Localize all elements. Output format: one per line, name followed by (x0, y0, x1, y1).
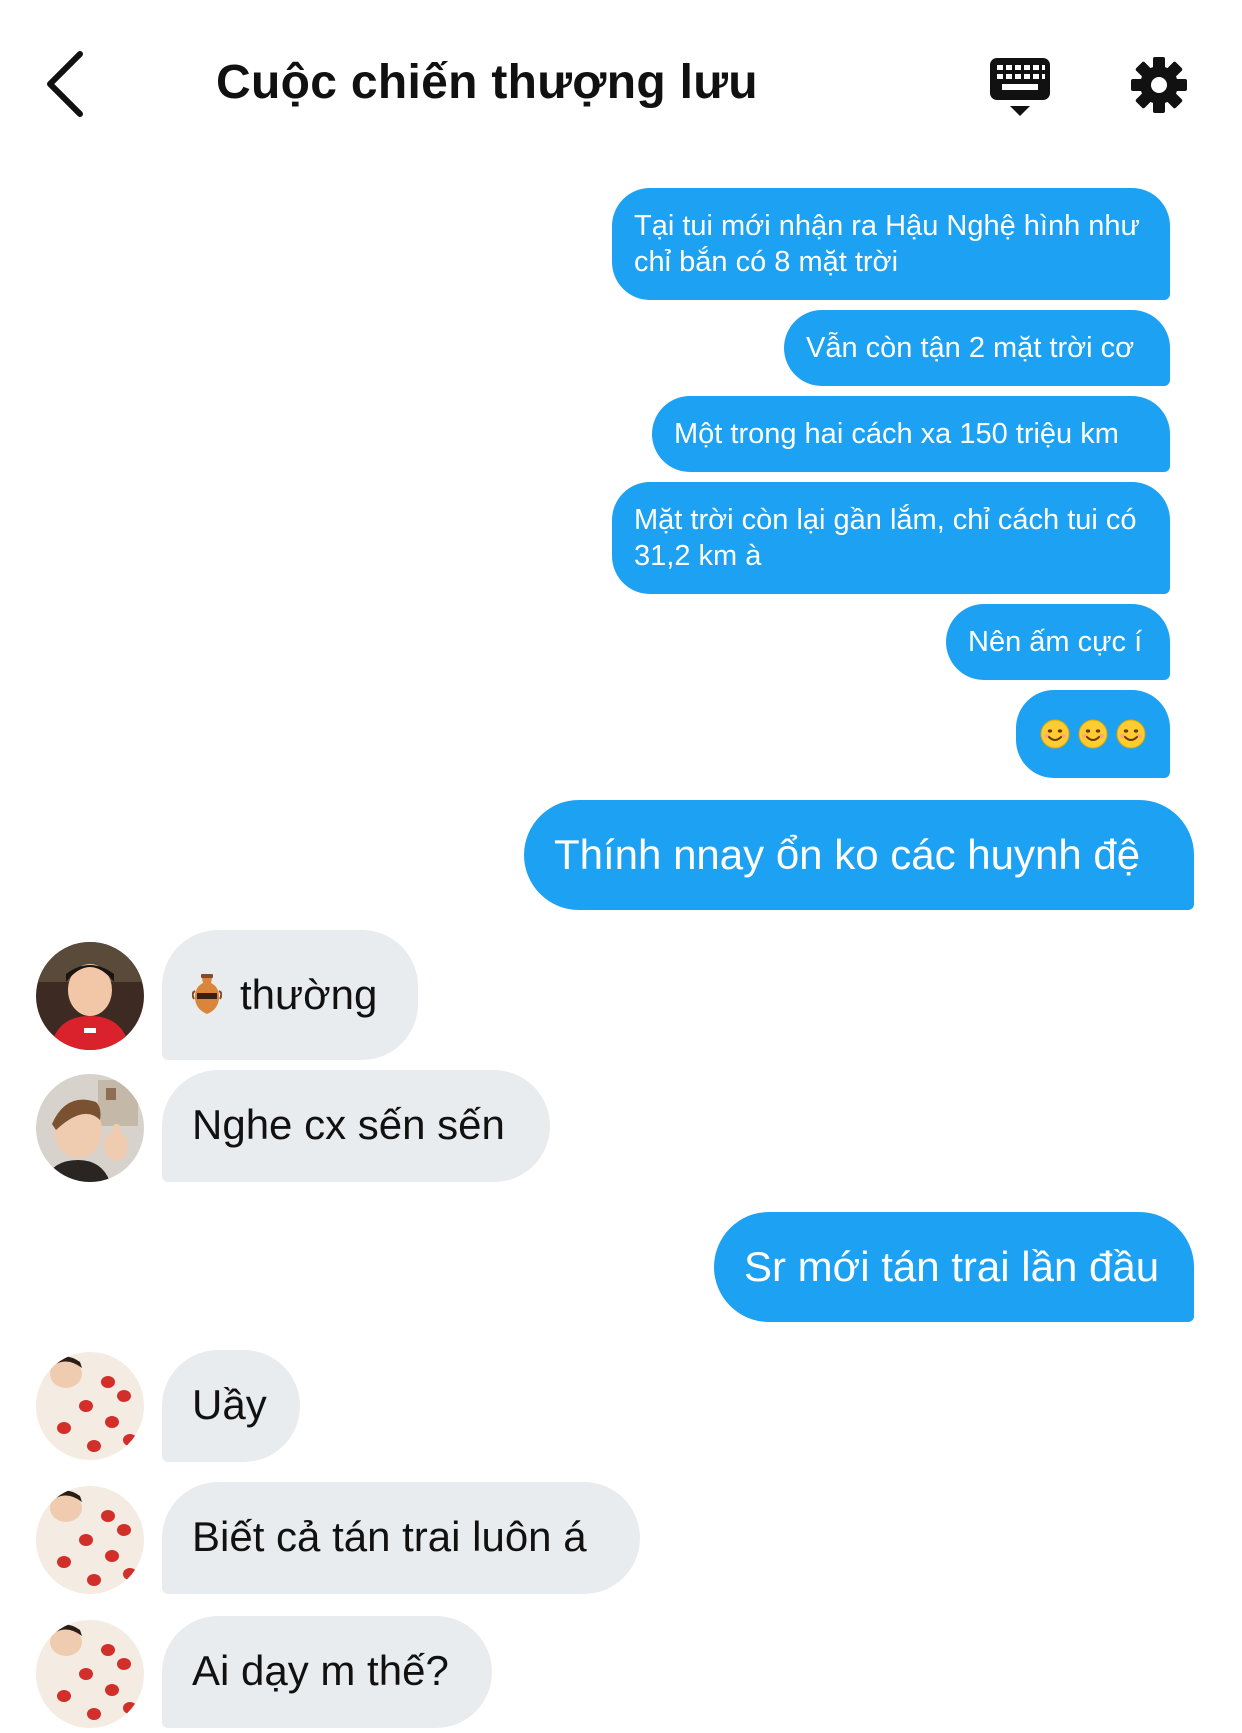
message-text: Một trong hai cách xa 150 triệu km (674, 418, 1119, 450)
keyboard-toggle-button[interactable] (988, 56, 1052, 118)
smiling-face-emoji-icon (1078, 719, 1108, 749)
message-text: Uầy (192, 1381, 267, 1428)
message-bubble-incoming[interactable]: Uầy (162, 1350, 300, 1462)
message-text: Ai dạy m thế? (192, 1647, 449, 1694)
message-bubble-outgoing[interactable]: Mặt trời còn lại gần lắm, chỉ cách tui c… (612, 482, 1170, 594)
emoji-row (1016, 690, 1170, 778)
message-text: Tại tui mới nhận ra Hậu Nghệ hình như ch… (634, 210, 1140, 278)
message-text: Sr mới tán trai lần đầu (744, 1243, 1160, 1290)
conversation-title: Cuộc chiến thượng lưu (216, 56, 758, 109)
smiling-face-emoji-icon (1040, 719, 1070, 749)
message-bubble-outgoing[interactable]: Thính nnay ổn ko các huynh đệ (524, 800, 1194, 910)
message-text: Thính nnay ổn ko các huynh đệ (554, 831, 1141, 878)
message-bubble-outgoing[interactable]: Một trong hai cách xa 150 triệu km (652, 396, 1170, 472)
message-text: Mặt trời còn lại gần lắm, chỉ cách tui c… (634, 504, 1137, 572)
message-list[interactable]: Tại tui mới nhận ra Hậu Nghệ hình như ch… (0, 160, 1242, 1733)
avatar-strawberries[interactable] (36, 1352, 144, 1460)
message-text: thường (240, 971, 378, 1018)
avatar-thumbs-up[interactable] (36, 1074, 144, 1182)
smiling-face-emoji-icon (1116, 719, 1146, 749)
message-bubble-outgoing[interactable]: Vẫn còn tận 2 mặt trời cơ (784, 310, 1170, 386)
back-button[interactable] (40, 46, 100, 122)
message-text: Vẫn còn tận 2 mặt trời cơ (806, 332, 1135, 364)
message-text: Nghe cx sến sến (192, 1101, 505, 1148)
message-text: Biết cả tán trai luôn á (192, 1513, 587, 1560)
message-bubble-outgoing[interactable]: Tại tui mới nhận ra Hậu Nghệ hình như ch… (612, 188, 1170, 300)
gear-icon (1131, 57, 1187, 113)
keyboard-icon (990, 58, 1050, 116)
avatar-strawberries[interactable] (36, 1620, 144, 1728)
message-bubble-outgoing[interactable] (1016, 690, 1170, 778)
message-bubble-outgoing[interactable]: Sr mới tán trai lần đầu (714, 1212, 1194, 1322)
amphora-emoji-icon (192, 973, 222, 1015)
message-bubble-incoming[interactable]: Ai dạy m thế? (162, 1616, 492, 1728)
message-bubble-incoming[interactable]: thường (162, 930, 418, 1060)
chevron-left-icon (47, 51, 83, 117)
message-bubble-incoming[interactable]: Nghe cx sến sến (162, 1070, 550, 1182)
settings-button[interactable] (1130, 56, 1188, 114)
message-bubble-incoming[interactable]: Biết cả tán trai luôn á (162, 1482, 640, 1594)
avatar-red-hoodie[interactable] (36, 942, 144, 1050)
message-text: Nên ấm cực í (968, 626, 1143, 658)
message-bubble-outgoing[interactable]: Nên ấm cực í (946, 604, 1170, 680)
avatar-strawberries[interactable] (36, 1486, 144, 1594)
chat-header: Cuộc chiến thượng lưu (0, 0, 1242, 160)
